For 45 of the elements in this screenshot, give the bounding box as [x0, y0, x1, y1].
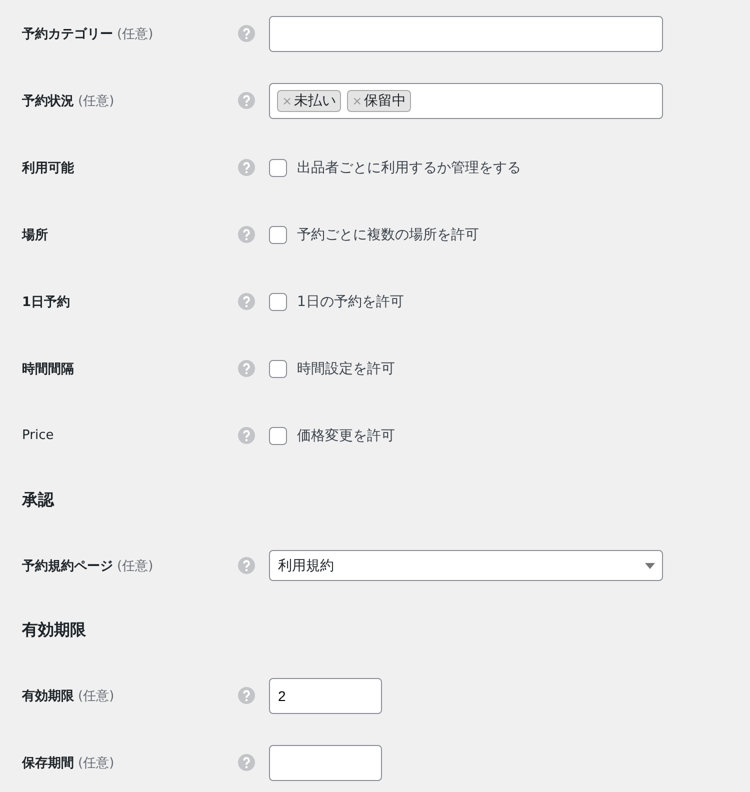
- tag-field[interactable]: ×未払い ×保留中: [269, 82, 663, 118]
- field-label: 保存期間: [22, 754, 74, 772]
- checkbox-label: 時間設定を許可: [297, 360, 395, 378]
- number-field[interactable]: [269, 744, 382, 780]
- optional-note: (任意): [117, 558, 154, 574]
- field-label: 有効期限: [22, 688, 74, 704]
- optional-note: (任意): [78, 92, 114, 110]
- checkbox-label: 予約ごとに複数の場所を許可: [297, 226, 479, 244]
- help-icon[interactable]: [238, 557, 255, 574]
- number-field[interactable]: 2: [269, 678, 382, 714]
- tag-chip[interactable]: ×保留中: [347, 90, 412, 112]
- section-heading: 有効期限: [22, 619, 87, 641]
- checkbox-label: 1日の予約を許可: [297, 292, 404, 310]
- help-icon[interactable]: [238, 754, 255, 771]
- checkbox[interactable]: [269, 292, 287, 310]
- checkbox-label: 価格変更を許可: [297, 426, 395, 444]
- caret-icon: [645, 562, 655, 568]
- help-icon[interactable]: [238, 360, 255, 377]
- checkbox[interactable]: [269, 360, 287, 378]
- checkbox[interactable]: [269, 226, 287, 244]
- help-icon[interactable]: [238, 687, 255, 704]
- tag-chip[interactable]: ×未払い: [277, 90, 342, 112]
- field-label: Price: [22, 428, 54, 443]
- field-label: 予約カテゴリー: [22, 26, 113, 42]
- checkbox[interactable]: [269, 158, 287, 176]
- help-icon[interactable]: [238, 25, 255, 42]
- help-icon[interactable]: [238, 427, 255, 444]
- checkbox-label: 出品者ごとに利用するか管理をする: [297, 158, 521, 176]
- text-field[interactable]: [269, 16, 663, 52]
- help-icon[interactable]: [238, 92, 255, 109]
- field-label: 1日予約: [22, 294, 70, 310]
- field-label: 場所: [22, 226, 48, 244]
- field-label: 利用可能: [22, 160, 74, 176]
- field-label: 予約状況: [22, 92, 74, 110]
- optional-note: (任意): [117, 26, 154, 42]
- help-icon[interactable]: [238, 226, 255, 243]
- field-label: 予約規約ページ: [22, 558, 113, 574]
- select-dropdown[interactable]: 利用規約: [269, 550, 663, 581]
- help-icon[interactable]: [238, 293, 255, 310]
- checkbox[interactable]: [269, 426, 287, 444]
- optional-note: (任意): [78, 688, 114, 704]
- section-heading: 承認: [22, 489, 56, 511]
- optional-note: (任意): [78, 754, 114, 772]
- field-label: 時間間隔: [22, 360, 74, 378]
- help-icon[interactable]: [238, 159, 255, 176]
